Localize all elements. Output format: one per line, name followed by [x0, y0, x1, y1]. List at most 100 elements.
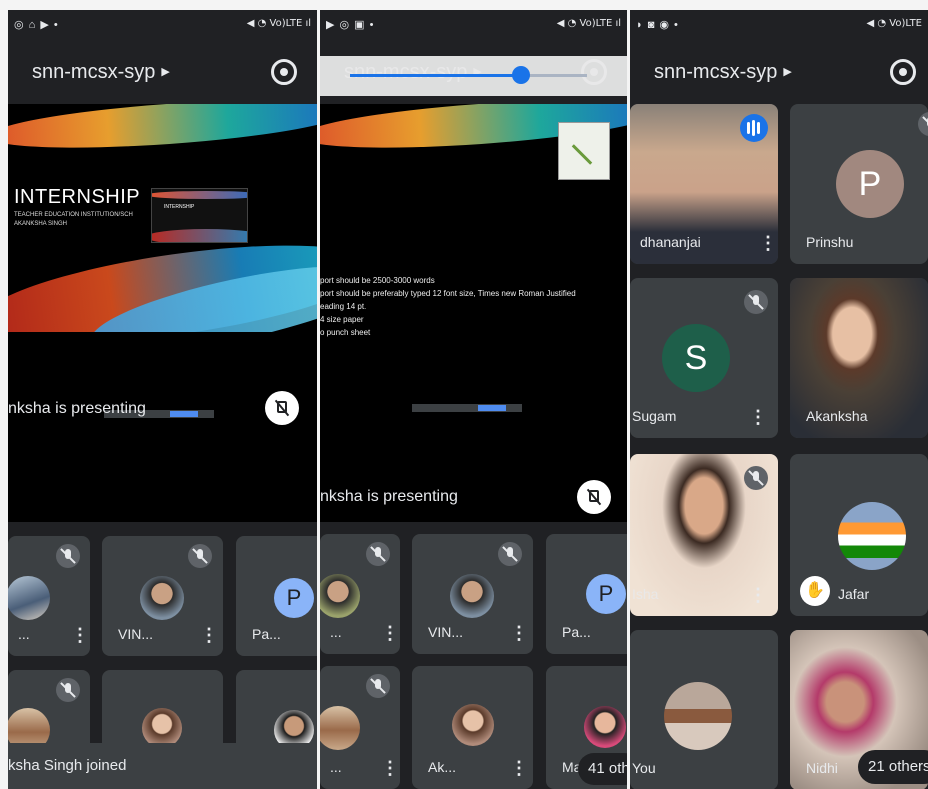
screen-share-bar [412, 404, 522, 412]
meet-screen-3: ◗ ◙ ◉ • ◀ ◔ Vo)LTE snn-mcsx-syp ▶ dhananj… [630, 10, 928, 789]
participant-tile[interactable]: VIN... [102, 536, 223, 656]
presenting-label: nksha is presenting [320, 488, 458, 505]
avatar [450, 574, 494, 618]
participant-name: Ak... [428, 759, 457, 775]
avatar [664, 682, 732, 750]
participant-name: ... [330, 759, 342, 775]
status-icons-left: ▶ ◎ ▣ • [326, 19, 375, 31]
mic-off-icon [366, 542, 390, 566]
participant-tile[interactable]: P Prinshu [790, 104, 928, 264]
meeting-code[interactable]: snn-mcsx-syp▶ [654, 61, 792, 84]
others-count-chip[interactable]: 41 oth [578, 753, 627, 785]
participant-tile[interactable]: Ak... [412, 666, 533, 789]
slide-subtitle: TEACHER EDUCATION INSTITUTION/SCH [14, 212, 133, 218]
participant-tile[interactable]: You [630, 630, 778, 789]
speaking-indicator-icon [740, 114, 768, 142]
avatar: P [586, 574, 626, 614]
slide-bullets: port should be 2500-3000 words port shou… [320, 274, 576, 339]
participant-name: VIN... [428, 624, 464, 640]
participant-name: dhananjai [640, 234, 701, 250]
participant-name: Nidhi [806, 760, 838, 776]
meeting-header: snn-mcsx-syp▶ [8, 40, 317, 104]
avatar [452, 704, 494, 746]
participant-tile[interactable]: ... [320, 666, 400, 789]
mic-off-icon [918, 112, 928, 136]
status-bar: ◗ ◙ ◉ • ◀ ◔ Vo)LTE [630, 10, 928, 40]
switch-camera-icon[interactable] [890, 59, 916, 85]
seek-progress [350, 74, 521, 77]
more-options-icon[interactable] [71, 625, 89, 646]
participant-name: Akanksha [806, 408, 868, 424]
document-image [558, 122, 610, 180]
participant-tile[interactable]: P Pa... [236, 536, 317, 656]
participant-tile[interactable]: S Sugam [630, 278, 778, 438]
participant-tile[interactable]: Isha [630, 454, 778, 616]
seek-handle[interactable] [511, 66, 530, 84]
avatar [838, 502, 906, 570]
participant-name: Sugam [632, 408, 677, 424]
mic-off-icon [56, 544, 80, 568]
status-icons-left: ◗ ◙ ◉ • [636, 19, 679, 31]
unpin-icon[interactable] [265, 391, 299, 425]
meeting-code[interactable]: snn-mcsx-syp▶ [32, 61, 170, 84]
bullet-item: 4 size paper [320, 315, 364, 324]
join-notification-text: ksha Singh joined [8, 757, 127, 774]
more-options-icon[interactable] [510, 758, 528, 779]
bullet-item: o punch sheet [320, 328, 371, 337]
participant-tile[interactable]: ✋ Jafar [790, 454, 928, 616]
status-bar: ◎ ⌂ ▶ • ◀ ◔ Vo)LTE ıl [8, 10, 317, 40]
meet-screen-2: ▶ ◎ ▣ • ◀ ◔ Vo)LTE ıl snn-mcsx-syp▶ port… [320, 10, 627, 789]
avatar [142, 708, 182, 748]
join-notification: ksha Singh joined [8, 743, 317, 789]
meet-screen-1: ◎ ⌂ ▶ • ◀ ◔ Vo)LTE ıl snn-mcsx-syp ▶ INTE… [8, 10, 317, 789]
participant-tile[interactable]: VIN... [412, 534, 533, 654]
status-bar: ▶ ◎ ▣ • ◀ ◔ Vo)LTE ıl [320, 10, 627, 40]
avatar [8, 576, 50, 620]
chevron-right-icon: ▶ [161, 66, 170, 78]
more-options-icon[interactable] [510, 623, 528, 644]
slide-swoosh-top [8, 104, 317, 157]
mic-off-icon [366, 674, 390, 698]
participant-tile[interactable]: P Pa... [546, 534, 627, 654]
more-options-icon[interactable] [749, 585, 767, 606]
avatar: P [274, 578, 314, 618]
participant-name: Isha [632, 586, 659, 602]
avatar [320, 706, 360, 750]
slide-self-preview: INTERNSHIP [151, 188, 248, 243]
slide-author: AKANKSHA SINGH [14, 221, 68, 227]
participant-tile[interactable]: Akanksha [790, 278, 928, 438]
presenting-label: nksha is presenting [8, 400, 146, 417]
status-icons-right: ◀ ◔ Vo)LTE ıl [556, 18, 621, 29]
mic-off-icon [744, 290, 768, 314]
avatar [584, 706, 626, 748]
status-icons-right: ◀ ◔ Vo)LTE ıl [246, 18, 311, 29]
stop-sharing-button [170, 411, 198, 417]
preview-title: INTERNSHIP [164, 204, 195, 210]
bullet-item: port should be preferably typed 12 font … [320, 289, 576, 298]
participant-tile[interactable]: dhananjai [630, 104, 778, 264]
avatar: S [662, 324, 730, 392]
participant-tile[interactable]: ... [8, 536, 90, 656]
more-options-icon[interactable] [381, 623, 399, 644]
others-count-chip[interactable]: 21 others [858, 750, 928, 784]
participant-name: Pa... [562, 624, 591, 640]
status-icons-left: ◎ ⌂ ▶ • [14, 19, 59, 31]
more-options-icon[interactable] [200, 625, 218, 646]
meeting-header: snn-mcsx-syp▶ [630, 40, 928, 104]
more-options-icon[interactable] [381, 758, 399, 779]
participant-name: Jafar [838, 586, 870, 602]
slide-title: INTERNSHIP [14, 186, 141, 208]
more-options-icon[interactable] [759, 233, 777, 254]
participant-name: ... [18, 626, 30, 642]
chevron-right-icon: ▶ [783, 66, 792, 78]
shared-slide: INTERNSHIP TEACHER EDUCATION INSTITUTION… [8, 104, 317, 332]
avatar [320, 574, 360, 618]
more-options-icon[interactable] [749, 407, 767, 428]
video-seek-bar[interactable] [320, 56, 627, 96]
mic-off-icon [498, 542, 522, 566]
participant-tile[interactable]: ... [320, 534, 400, 654]
participant-name: ... [330, 624, 342, 640]
unpin-icon[interactable] [577, 480, 611, 514]
mic-off-icon [744, 466, 768, 490]
switch-camera-icon[interactable] [271, 59, 297, 85]
